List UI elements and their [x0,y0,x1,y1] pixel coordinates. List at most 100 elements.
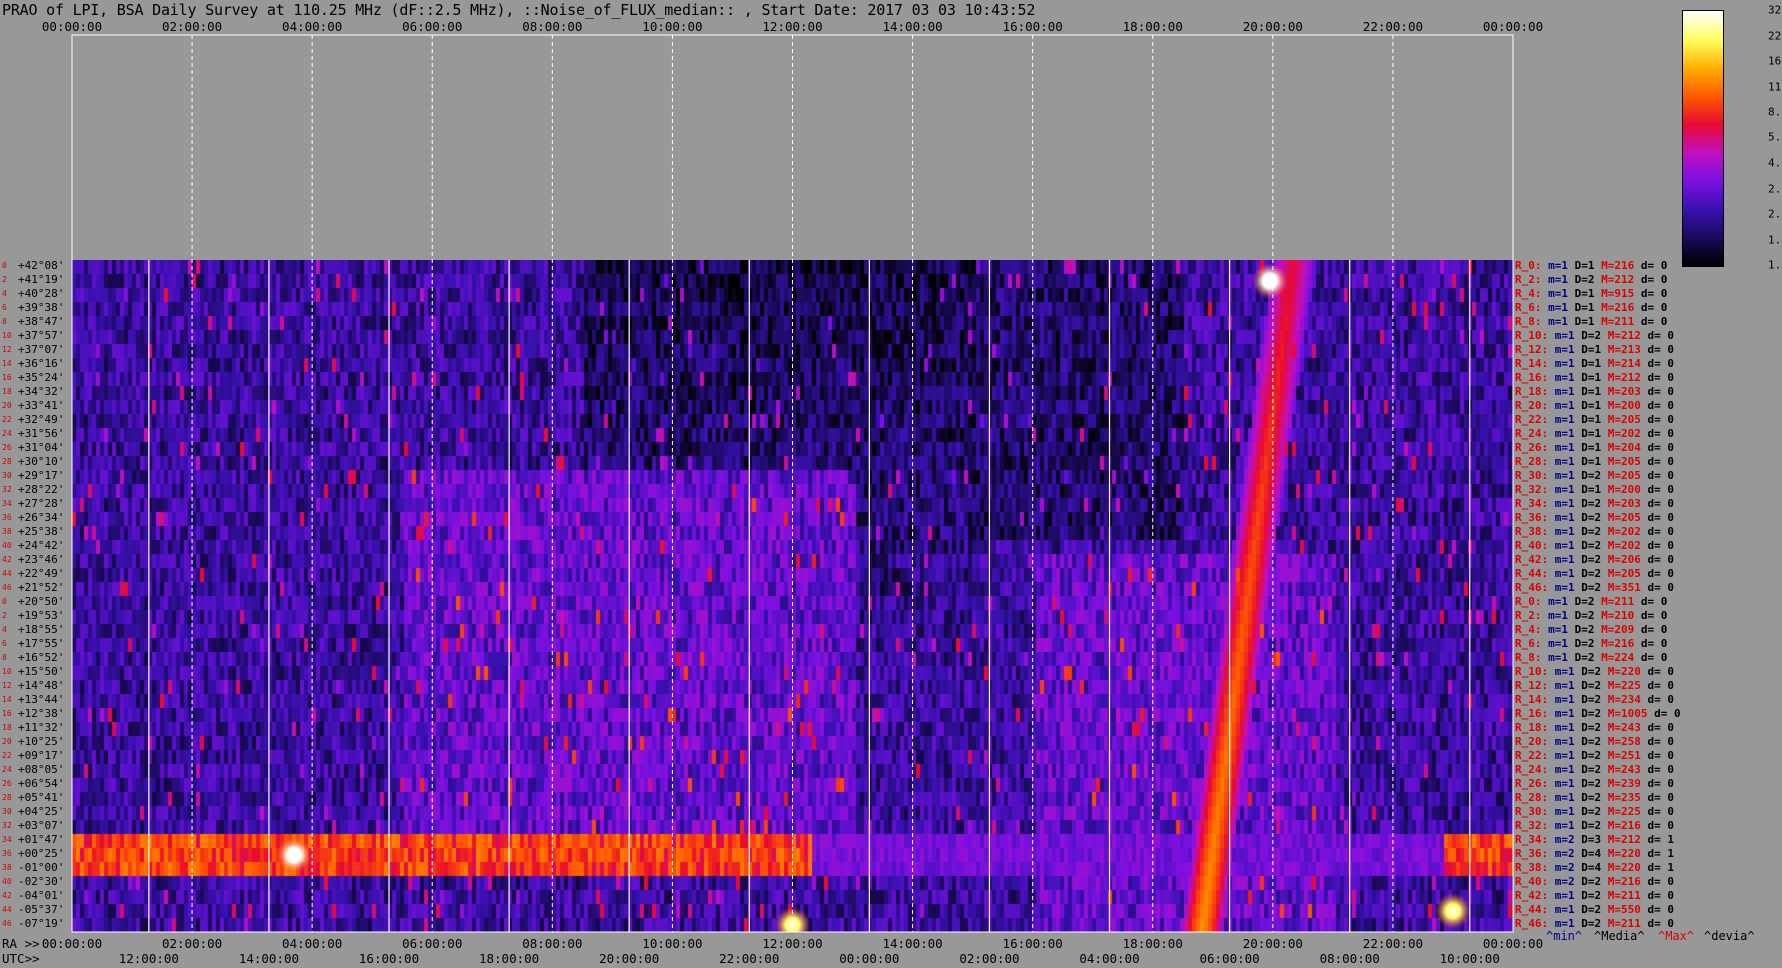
colorbar-tick: 22.6 [1768,29,1782,43]
row-stat-name: R_16: [1515,707,1555,720]
declination-label: +19°53' [18,609,65,622]
row-stat-devia: d= 0 [1647,875,1675,888]
row-stat: R_26: m=1 D=2 M=239 d= 0 [1515,777,1674,790]
row-stat-max: M=1005 [1607,707,1655,720]
row-stat-name: R_22: [1515,413,1555,426]
ra-axis-tick: 20:00:00 [1242,936,1303,951]
utc-axis-tick: 10:00:00 [1439,951,1500,966]
utc-axis-tick: 12:00:00 [118,951,179,966]
declination-label: +16°52' [18,651,65,664]
declination-label: +17°55' [18,637,65,650]
row-stat-name: R_30: [1515,805,1555,818]
ra-axis-tick: 00:00:00 [41,936,103,951]
row-stat-median: D=2 [1581,819,1608,832]
colorbar-tick: 5.7 [1768,130,1782,144]
row-stat-min: m=1 [1554,497,1582,510]
beam-index-label: 8 [2,317,7,326]
beam-index-label: 30 [2,471,12,480]
beam-index-label: 32 [2,485,12,494]
declination-label: +35°24' [18,371,65,384]
declination-label: +00°25' [18,847,65,860]
ra-axis-tick: 22:00:00 [1362,936,1424,951]
row-stat-devia: d= 0 [1647,469,1675,482]
row-stat-name: R_12: [1515,679,1555,692]
row-stat-min: m=1 [1554,371,1582,384]
row-stat-min: m=1 [1554,679,1582,692]
row-stat-min: m=1 [1554,707,1582,720]
row-stat: R_0: m=1 D=2 M=211 d= 0 [1515,595,1667,608]
row-stat-min: m=1 [1548,259,1575,272]
row-stat-min: m=1 [1554,399,1582,412]
declination-label: +37°57' [18,329,65,342]
row-stat: R_42: m=1 D=2 M=211 d= 0 [1515,889,1674,902]
declination-label: +38°47' [18,315,65,328]
row-stat-min: m=1 [1554,525,1582,538]
row-stat-max: M=202 [1607,539,1648,552]
legend-devia: ^devia^ [1704,929,1755,943]
row-stat-median: D=2 [1581,791,1608,804]
ra-axis-tick: 00:00:00 [1482,936,1544,951]
beam-index-label: 38 [2,527,12,536]
row-stat: R_8: m=1 D=2 M=224 d= 0 [1515,651,1667,664]
row-stat-name: R_0: [1515,259,1549,272]
row-stat-name: R_34: [1515,497,1555,510]
row-stat: R_44: m=1 D=2 M=550 d= 0 [1515,903,1674,916]
beam-index-label: 10 [2,331,12,340]
row-stat-devia: d= 1 [1647,833,1675,846]
row-stat: R_18: m=1 D=1 M=203 d= 0 [1515,385,1674,398]
row-stat: R_16: m=1 D=1 M=212 d= 0 [1515,371,1674,384]
row-stat: R_0: m=1 D=1 M=216 d= 0 [1515,259,1667,272]
row-stat-min: m=1 [1554,903,1582,916]
row-stat: R_10: m=1 D=2 M=212 d= 0 [1515,329,1674,342]
beam-index-label: 40 [2,877,12,886]
row-stat: R_24: m=1 D=2 M=243 d= 0 [1515,763,1674,776]
colorbar-tick: 11.3 [1768,80,1782,94]
row-stat-median: D=2 [1581,693,1608,706]
row-stat-max: M=216 [1601,301,1641,314]
row-stat-max: M=243 [1607,763,1648,776]
declination-label: +40°28' [18,287,65,300]
row-stat-median: D=2 [1581,581,1608,594]
row-stat-devia: d= 1 [1647,861,1675,874]
declination-label: +05°41' [18,791,65,804]
row-stat-median: D=2 [1581,665,1608,678]
chart-title: PRAO of LPI, BSA Daily Survey at 110.25 … [2,1,1036,19]
utc-axis-tick: 00:00:00 [839,951,900,966]
row-stat-min: m=1 [1548,273,1575,286]
row-stat: R_28: m=1 D=2 M=235 d= 0 [1515,791,1674,804]
colorbar [1682,10,1724,267]
row-stat: R_12: m=1 D=1 M=213 d= 0 [1515,343,1674,356]
row-stat-name: R_10: [1515,329,1555,342]
row-stat-devia: d= 0 [1640,623,1668,636]
declination-label: +03°07' [18,819,65,832]
row-stat: R_4: m=1 D=2 M=209 d= 0 [1515,623,1667,636]
declination-label: -05°37' [18,903,65,916]
beam-index-label: 16 [2,373,12,382]
row-stat-median: D=2 [1581,889,1608,902]
row-stat: R_22: m=1 D=2 M=251 d= 0 [1515,749,1674,762]
row-stat-devia: d= 0 [1647,399,1675,412]
row-stat-devia: d= 0 [1647,511,1675,524]
row-stat-median: D=1 [1581,455,1608,468]
beam-index-label: 6 [2,639,7,648]
row-stat-min: m=1 [1554,329,1582,342]
top-axis-tick: 18:00:00 [1122,19,1183,34]
row-stat-name: R_40: [1515,539,1555,552]
beam-index-label: 28 [2,793,12,802]
row-stat: R_30: m=1 D=2 M=225 d= 0 [1515,805,1674,818]
row-stat-max: M=216 [1607,819,1648,832]
top-axis-tick: 12:00:00 [762,19,823,34]
declination-label: +09°17' [18,749,65,762]
beam-index-label: 26 [2,443,12,452]
declination-label: +10°25' [18,735,65,748]
row-stat-max: M=258 [1607,735,1648,748]
row-stat-name: R_6: [1515,301,1549,314]
row-stat: R_34: m=1 D=2 M=203 d= 0 [1515,497,1674,510]
row-stat-name: R_36: [1515,511,1555,524]
legend-max: ^Max^ [1658,929,1695,943]
row-stat-min: m=1 [1554,721,1582,734]
row-stat-max: M=202 [1607,525,1648,538]
declination-label: +15°50' [18,665,65,678]
row-stat-min: m=1 [1554,469,1582,482]
top-axis-tick: 14:00:00 [882,19,943,34]
